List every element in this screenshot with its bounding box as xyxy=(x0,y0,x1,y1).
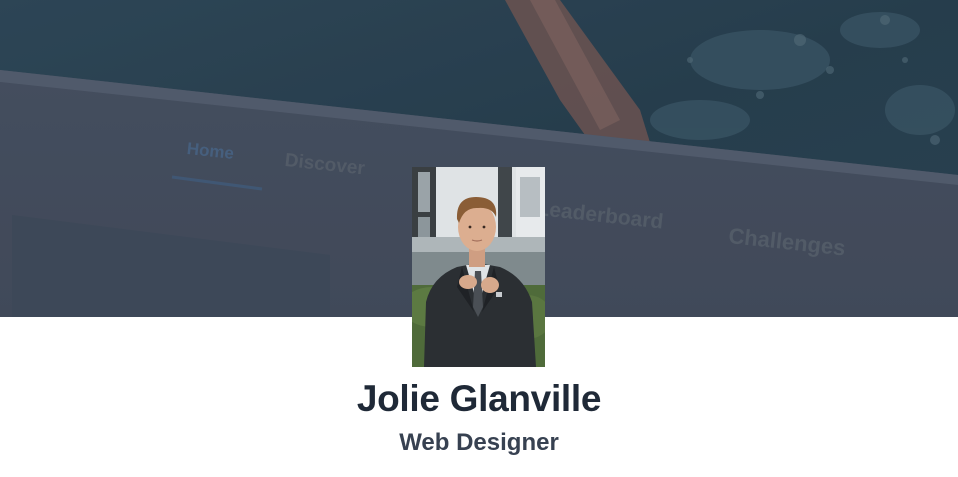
profile-page: Home Discover Leaderboard Challenges Jol… xyxy=(0,0,958,477)
profile-role: Web Designer xyxy=(399,429,559,456)
profile-name: Jolie Glanville xyxy=(356,378,602,419)
profile-avatar xyxy=(412,167,545,367)
avatar-photo-art xyxy=(412,167,545,367)
